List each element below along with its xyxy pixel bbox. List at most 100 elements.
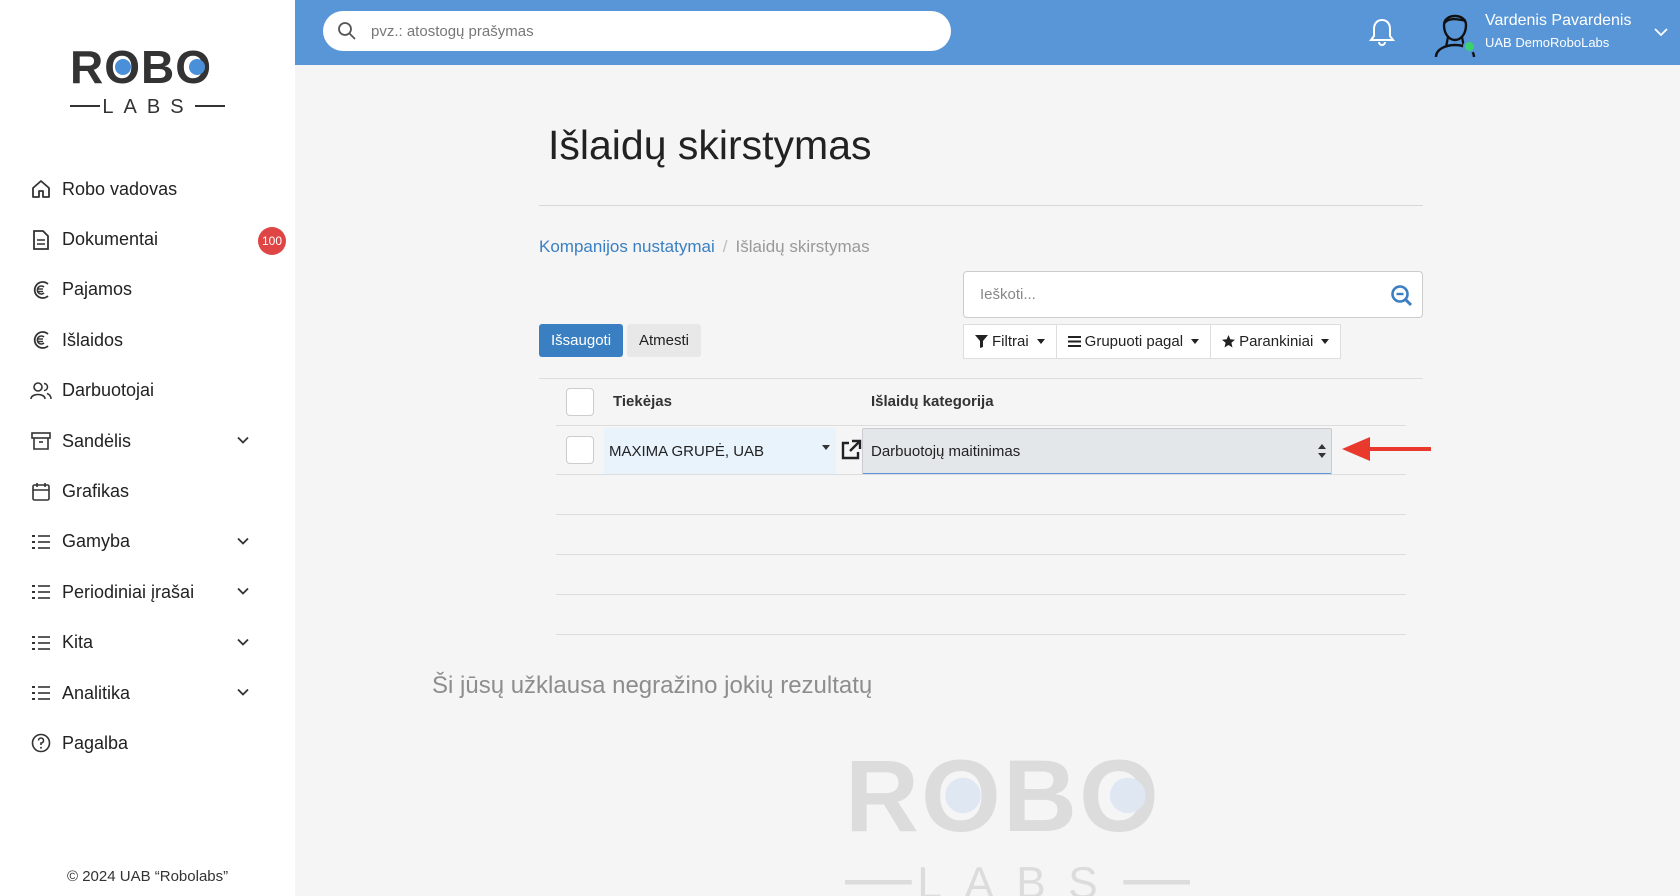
users-icon: [30, 380, 52, 402]
breadcrumb-separator: /: [722, 237, 728, 256]
list-icon: [30, 531, 52, 553]
sidebar-item-periodiniai-irasai[interactable]: Periodiniai įrašai: [0, 567, 295, 617]
favorites-label: Parankiniai: [1239, 333, 1314, 350]
sidebar-nav: Robo vadovas Dokumentai 100 Pajamos Išla…: [0, 164, 295, 769]
sidebar-item-pagalba[interactable]: Pagalba: [0, 718, 295, 768]
annotation-arrow-icon: [1342, 437, 1431, 461]
list-icon: [30, 581, 52, 603]
svg-text:LABS: LABS: [102, 96, 193, 118]
online-status-dot: [1463, 40, 1476, 53]
sidebar-item-islaidos[interactable]: Išlaidos: [0, 315, 295, 365]
caret-down-icon: [1191, 339, 1200, 344]
copyright: © 2024 UAB “Robolabs”: [67, 868, 229, 885]
svg-text:LABS: LABS: [917, 859, 1120, 896]
user-name[interactable]: Vardenis Pavardenis: [1485, 12, 1631, 30]
sidebar-item-sandelis[interactable]: Sandėlis: [0, 416, 295, 466]
records-search-input[interactable]: [980, 286, 1380, 303]
title-divider: [539, 205, 1423, 206]
sidebar-item-pajamos[interactable]: Pajamos: [0, 265, 295, 315]
table-row-divider: [556, 474, 1406, 475]
table-row-divider: [556, 594, 1406, 595]
sidebar-item-label: Robo vadovas: [62, 178, 178, 199]
caret-down-icon: [1036, 339, 1045, 344]
list-icon: [30, 682, 52, 704]
list-icon: [30, 632, 52, 654]
row-checkbox[interactable]: [566, 436, 594, 464]
table-row-divider: [556, 634, 1406, 635]
sidebar-item-label: Analitika: [62, 682, 131, 703]
topbar: Vardenis Pavardenis UAB DemoRoboLabs: [295, 0, 1680, 65]
column-header-expense-category[interactable]: Išlaidų kategorija: [871, 393, 994, 410]
filter-icon: [975, 335, 988, 348]
group-by-dropdown[interactable]: Grupuoti pagal: [1055, 324, 1212, 359]
sidebar-item-label: Darbuotojai: [62, 380, 155, 401]
chevron-down-icon[interactable]: [236, 635, 250, 649]
bars-icon: [1067, 336, 1081, 347]
sidebar-item-label: Grafikas: [62, 481, 130, 502]
sidebar-item-label: Periodiniai įrašai: [62, 581, 195, 602]
bell-icon[interactable]: [1368, 17, 1396, 47]
select-all-checkbox[interactable]: [566, 388, 594, 416]
euro-in-icon: [30, 279, 52, 301]
select-arrows-icon: [1318, 444, 1326, 458]
breadcrumb-current: Išlaidų skirstymas: [735, 237, 870, 256]
help-icon: [30, 732, 52, 754]
sidebar-item-grafikas[interactable]: Grafikas: [0, 466, 295, 516]
home-icon: [30, 178, 52, 200]
sidebar-item-label: Sandėlis: [62, 430, 132, 451]
breadcrumb: Kompanijos nustatymai / Išlaidų skirstym…: [539, 237, 870, 257]
global-search[interactable]: [323, 11, 951, 51]
caret-down-icon[interactable]: [822, 445, 830, 450]
sidebar-item-gamyba[interactable]: Gamyba: [0, 517, 295, 567]
group-by-label: Grupuoti pagal: [1084, 333, 1184, 350]
discard-button[interactable]: Atmesti: [627, 324, 702, 357]
table-row-divider: [556, 514, 1406, 515]
documents-count-badge: 100: [258, 227, 286, 256]
save-button[interactable]: Išsaugoti: [539, 324, 624, 357]
sidebar-item-kita[interactable]: Kita: [0, 618, 295, 668]
chevron-down-icon[interactable]: [1653, 24, 1669, 40]
global-search-input[interactable]: [371, 22, 931, 40]
chevron-down-icon[interactable]: [236, 433, 250, 447]
page-title: Išlaidų skirstymas: [548, 122, 872, 168]
chevron-down-icon[interactable]: [236, 534, 250, 548]
favorites-dropdown[interactable]: Parankiniai: [1210, 324, 1342, 359]
column-header-supplier[interactable]: Tiekėjas: [613, 393, 672, 410]
sidebar-item-robo-vadovas[interactable]: Robo vadovas: [0, 164, 295, 214]
sidebar-item-label: Pajamos: [62, 279, 133, 300]
sidebar-item-analitika[interactable]: Analitika: [0, 668, 295, 718]
search-icon: [338, 22, 356, 40]
filters-label: Filtrai: [992, 333, 1029, 350]
filters-dropdown[interactable]: Filtrai: [963, 324, 1057, 359]
search-toolbar: Filtrai Grupuoti pagal Parankiniai: [963, 324, 1342, 359]
caret-down-icon: [1321, 339, 1330, 344]
supplier-field[interactable]: MAXIMA GRUPĖ, UAB: [604, 428, 836, 475]
records-search[interactable]: [963, 271, 1423, 318]
breadcrumb-link-company-settings[interactable]: Kompanijos nustatymai: [539, 237, 715, 257]
sidebar-item-dokumentai[interactable]: Dokumentai 100: [0, 214, 295, 264]
document-icon: [30, 229, 52, 251]
sidebar-item-label: Kita: [62, 632, 94, 653]
robolabs-watermark-logo: ROBO LABS: [845, 738, 1190, 896]
archive-icon: [30, 430, 52, 452]
expense-category-select[interactable]: Darbuotojų maitinimas: [862, 428, 1332, 475]
external-link-icon[interactable]: [840, 439, 862, 461]
sidebar-item-label: Dokumentai: [62, 229, 159, 250]
chevron-down-icon[interactable]: [236, 685, 250, 699]
empty-results-message: Ši jūsų užklausa negražino jokių rezulta…: [432, 672, 873, 699]
star-icon: [1222, 335, 1236, 348]
sidebar-item-label: Pagalba: [62, 732, 129, 753]
sidebar-item-label: Išlaidos: [62, 329, 124, 350]
table-row-divider: [556, 554, 1406, 555]
sidebar-item-label: Gamyba: [62, 531, 131, 552]
sidebar: ROBO LABS Robo vadovas Dokumentai 100 Pa…: [0, 0, 295, 896]
table-header-divider: [556, 425, 1406, 426]
user-company[interactable]: UAB DemoRoboLabs: [1485, 35, 1609, 50]
search-icon[interactable]: [1390, 284, 1414, 308]
euro-out-icon: [30, 329, 52, 351]
table-top-divider: [539, 378, 1423, 379]
sidebar-item-darbuotojai[interactable]: Darbuotojai: [0, 366, 295, 416]
chevron-down-icon[interactable]: [236, 584, 250, 598]
calendar-icon: [30, 481, 52, 503]
robolabs-logo[interactable]: ROBO LABS: [70, 40, 225, 120]
